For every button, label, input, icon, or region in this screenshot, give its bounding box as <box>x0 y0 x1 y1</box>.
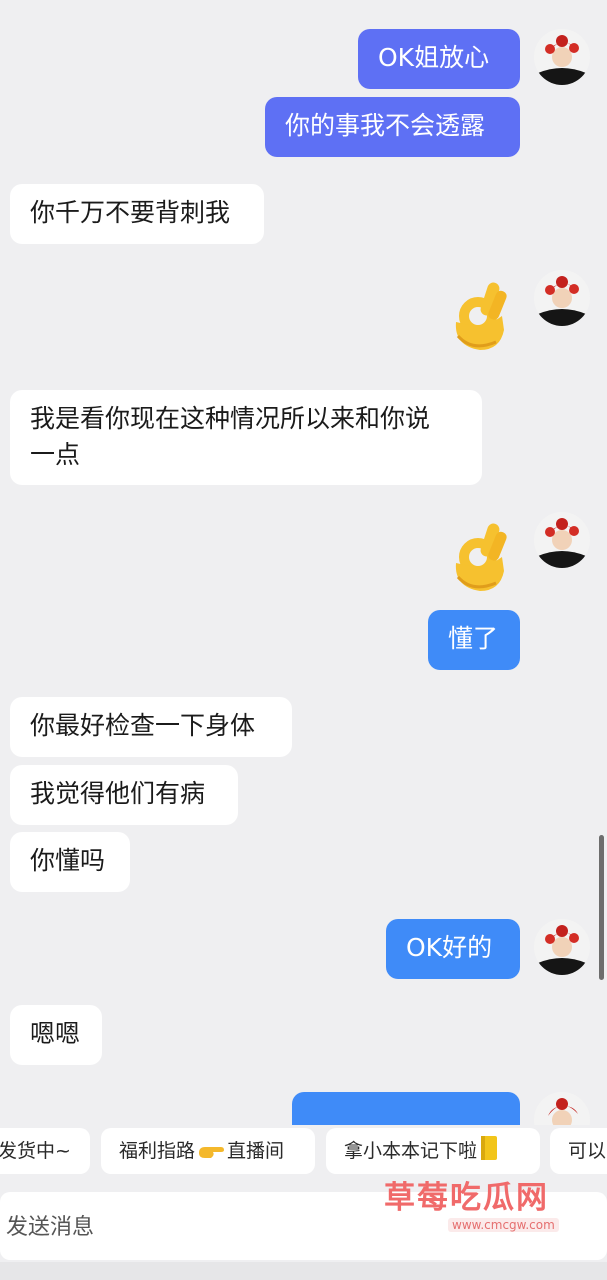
avatar[interactable] <box>534 270 590 326</box>
avatar[interactable] <box>534 919 590 975</box>
quick-reply-label: 拿小本本记下啦 <box>344 1140 478 1162</box>
received-message-bubble[interactable]: 我觉得他们有病 <box>10 765 238 825</box>
quick-reply-label: 福利指路 <box>119 1140 196 1162</box>
received-message-bubble[interactable]: 我是看你现在这种情况所以来和你说 一点 <box>10 390 482 485</box>
avatar[interactable] <box>534 512 590 568</box>
chat-message-list[interactable]: OK姐放心 你的事我不会透露 你千万不要背刺我 我是看你现在这种情况所以来和你说… <box>0 0 607 1125</box>
quick-reply-chip[interactable]: 福利指路 直播间 <box>101 1128 315 1174</box>
sent-message-bubble-partial[interactable] <box>292 1092 520 1125</box>
sent-message-bubble[interactable]: OK姐放心 <box>358 29 520 89</box>
avatar[interactable] <box>534 1092 590 1125</box>
received-message-bubble[interactable]: 嗯嗯 <box>10 1005 102 1065</box>
notebook-icon <box>481 1136 498 1160</box>
pointing-hand-icon <box>199 1147 225 1158</box>
quick-reply-bar: 发货中~ 福利指路 直播间 拿小本本记下啦 可以 <box>0 1126 607 1176</box>
sent-message-bubble[interactable]: 懂了 <box>428 610 520 670</box>
received-message-bubble[interactable]: 你千万不要背刺我 <box>10 184 264 244</box>
ok-hand-emoji[interactable] <box>444 517 514 597</box>
avatar[interactable] <box>534 29 590 85</box>
sent-message-bubble[interactable]: 你的事我不会透露 <box>265 97 520 157</box>
quick-reply-label: 直播间 <box>227 1140 285 1162</box>
quick-reply-label: 发货中~ <box>0 1140 71 1162</box>
bottom-strip <box>0 1262 607 1280</box>
watermark-url: www.cmcgw.com <box>448 1218 559 1232</box>
sent-message-bubble[interactable]: OK好的 <box>386 919 520 979</box>
watermark-title: 草莓吃瓜网 <box>384 1180 549 1216</box>
received-message-bubble[interactable]: 你最好检查一下身体 <box>10 697 292 757</box>
received-message-bubble[interactable]: 你懂吗 <box>10 832 130 892</box>
watermark-logo: 草莓吃瓜网 www.cmcgw.com <box>384 1170 584 1240</box>
quick-reply-label: 可以 <box>568 1140 607 1162</box>
quick-reply-chip[interactable]: 发货中~ <box>0 1128 90 1174</box>
ok-hand-emoji[interactable] <box>444 276 514 356</box>
quick-reply-chip[interactable]: 可以 <box>550 1128 607 1174</box>
scrollbar-thumb[interactable] <box>599 835 604 980</box>
quick-reply-chip[interactable]: 拿小本本记下啦 <box>326 1128 540 1174</box>
